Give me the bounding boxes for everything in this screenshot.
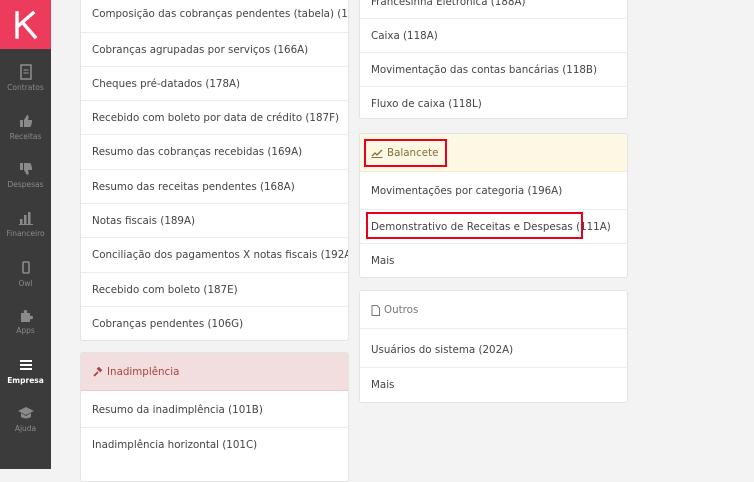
mobile-icon	[21, 261, 30, 274]
report-link[interactable]: Recebido com boleto (187E)	[81, 272, 348, 306]
thumbs-down-icon	[19, 163, 32, 175]
nav-label-empresa: Empresa	[7, 376, 44, 385]
nav-label-receitas: Receitas	[9, 132, 42, 141]
nav-financeiro[interactable]: Financeiro	[0, 209, 51, 251]
nav-receitas[interactable]: Receitas	[0, 112, 51, 154]
report-link[interactable]: Usuários do sistema (202A)	[360, 333, 627, 367]
report-link[interactable]: Fluxo de caixa (118L)	[360, 86, 627, 118]
nav-contratos[interactable]: Contratos	[0, 63, 51, 105]
sidebar: Contratos Receitas Despesas Financeiro O…	[0, 0, 51, 469]
outros-panel: Outros Usuários do sistema (202A) Mais	[359, 290, 628, 403]
thumbs-up-icon	[19, 115, 32, 127]
outros-title: Outros	[384, 304, 419, 316]
report-link[interactable]: Cobranças agrupadas por serviços (166A)	[81, 32, 348, 66]
gavel-icon	[93, 366, 103, 377]
report-link[interactable]: Resumo da inadimplência (101B)	[81, 393, 348, 427]
report-link[interactable]: Conciliação dos pagamentos X notas fisca…	[81, 237, 348, 271]
nav-owl[interactable]: Owl	[0, 259, 51, 301]
logo[interactable]	[0, 0, 51, 49]
report-link[interactable]: Francesinha Eletrônica (188A)	[360, 0, 627, 19]
report-link[interactable]: Resumo das receitas pendentes (168A)	[81, 169, 348, 203]
inadimplencia-panel: Inadimplência Resumo da inadimplência (1…	[80, 352, 349, 482]
mais-link[interactable]: Mais	[360, 367, 627, 401]
k-logo-icon	[14, 10, 37, 39]
bar-chart-icon	[18, 212, 33, 225]
report-link[interactable]: Composição das cobranças pendentes (tabe…	[81, 0, 348, 31]
report-link[interactable]: Inadimplência horizontal (101C)	[81, 427, 348, 461]
file-icon	[371, 304, 380, 316]
nav-ajuda[interactable]: Ajuda	[0, 404, 51, 446]
highlight-box-balancete	[364, 139, 447, 167]
nav-label-owl: Owl	[18, 279, 33, 288]
report-link[interactable]: Cobranças pendentes (106G)	[81, 306, 348, 340]
financeiro-reports-panel: Francesinha Eletrônica (188A) Caixa (118…	[359, 0, 628, 119]
outros-header: Outros	[360, 291, 627, 329]
nav-label-despesas: Despesas	[7, 180, 44, 189]
mais-link[interactable]: Mais	[360, 243, 627, 277]
report-link[interactable]: Resumo das cobranças recebidas (169A)	[81, 134, 348, 168]
nav-label-ajuda: Ajuda	[14, 424, 37, 433]
menu-icon	[19, 360, 32, 370]
report-link[interactable]: Movimentações por categoria (196A)	[360, 174, 627, 208]
highlight-box-demonstrativo	[366, 212, 583, 239]
document-icon	[19, 64, 32, 80]
graduation-cap-icon	[17, 407, 34, 419]
report-link[interactable]: Recebido com boleto por data de crédito …	[81, 100, 348, 134]
puzzle-icon	[20, 310, 33, 322]
nav-label-contratos: Contratos	[7, 83, 44, 92]
report-link[interactable]: Notas fiscais (189A)	[81, 203, 348, 237]
nav-label-financeiro: Financeiro	[6, 229, 45, 238]
inadimplencia-header: Inadimplência	[81, 353, 348, 391]
inadimplencia-title: Inadimplência	[107, 366, 180, 378]
report-link[interactable]: Caixa (118A)	[360, 18, 627, 52]
nav-apps[interactable]: Apps	[0, 306, 51, 348]
receitas-reports-panel: Composição das cobranças pendentes (tabe…	[80, 0, 349, 341]
nav-label-apps: Apps	[16, 326, 35, 335]
nav-empresa[interactable]: Empresa	[0, 356, 51, 398]
nav-despesas[interactable]: Despesas	[0, 160, 51, 202]
report-link[interactable]: Cheques pré-datados (178A)	[81, 66, 348, 100]
report-link[interactable]: Movimentação das contas bancárias (118B)	[360, 52, 627, 86]
